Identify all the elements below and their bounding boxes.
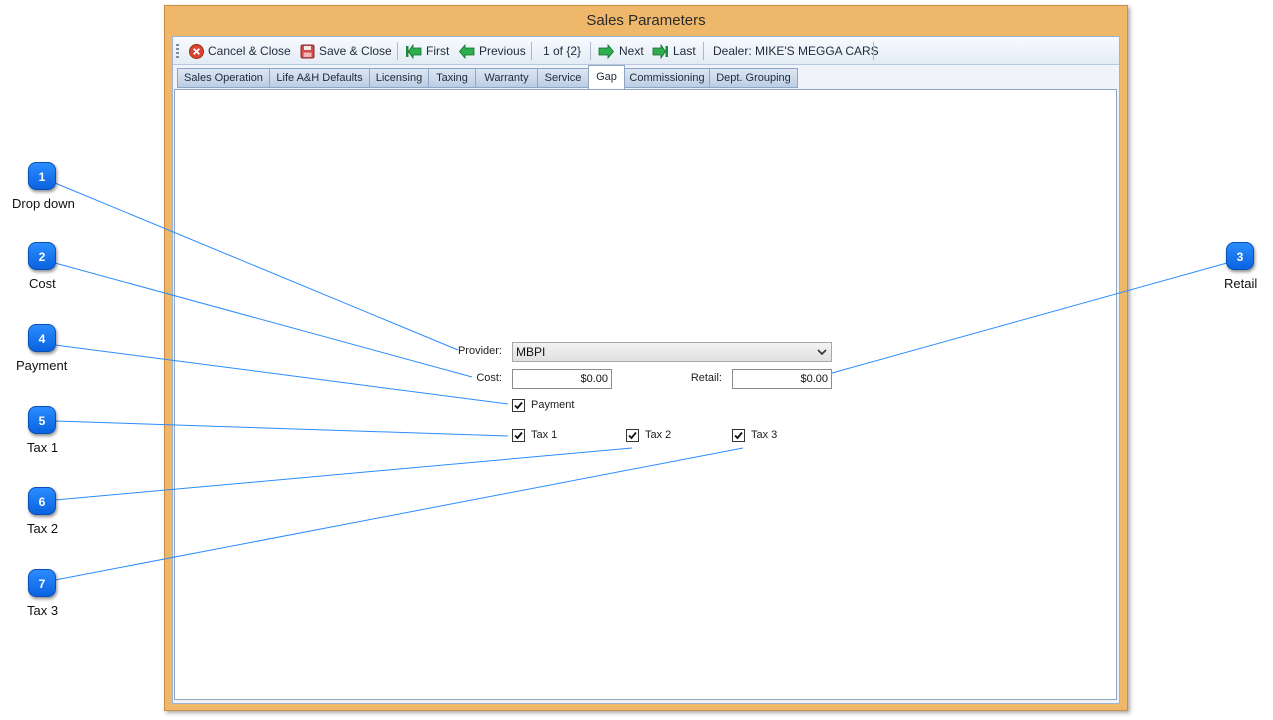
callout-line-1 xyxy=(54,182,459,351)
callout-line-2 xyxy=(54,262,473,378)
callout-marker-1: 1 xyxy=(28,162,56,190)
callout-label-3: Retail xyxy=(1224,276,1258,291)
callout-label-5: Tax 1 xyxy=(27,440,59,455)
callout-marker-5: 5 xyxy=(28,406,56,434)
callout-marker-6: 6 xyxy=(28,487,56,515)
callout-line-5 xyxy=(54,420,509,437)
callout-line-6 xyxy=(54,447,633,501)
callout-marker-3: 3 xyxy=(1226,242,1254,270)
callout-line-3 xyxy=(831,262,1228,374)
callout-marker-2: 2 xyxy=(28,242,56,270)
tab-gap[interactable]: Gap xyxy=(588,65,625,89)
callout-label-4: Payment xyxy=(16,358,68,373)
callout-label-1: Drop down xyxy=(12,196,75,211)
callout-marker-4: 4 xyxy=(28,324,56,352)
callout-marker-7: 7 xyxy=(28,569,56,597)
callout-label-7: Tax 3 xyxy=(27,603,59,618)
callout-line-7 xyxy=(54,447,744,581)
callout-label-2: Cost xyxy=(29,276,56,291)
callout-label-6: Tax 2 xyxy=(27,521,59,536)
callout-line-4 xyxy=(54,344,509,405)
callout-leader-lines xyxy=(54,182,1228,581)
